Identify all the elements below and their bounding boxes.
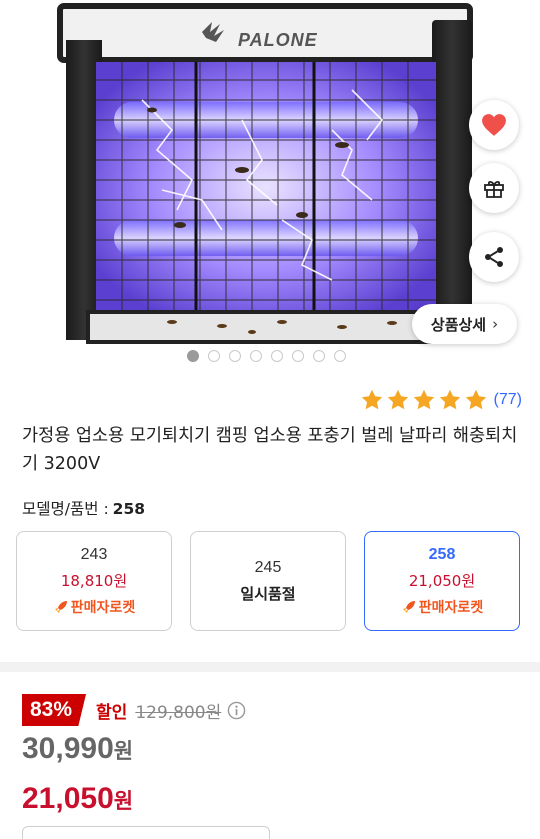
info-icon[interactable] <box>227 701 246 720</box>
share-icon <box>485 247 503 267</box>
rocket-icon <box>402 600 415 613</box>
original-price: 129,800원 <box>135 702 222 723</box>
model-value: 258 <box>112 500 146 518</box>
discount-row: 83% 할인 129,800원 <box>22 694 246 726</box>
seller-rocket-badge: 판매자로켓 <box>53 597 135 617</box>
chevron-right-icon: › <box>492 315 499 333</box>
option-name: 245 <box>254 558 282 576</box>
product-image[interactable]: PALONE <box>52 0 480 352</box>
final-price-value: 21,050 <box>22 782 114 815</box>
product-title: 가정용 업소용 모기퇴치기 캠핑 업소용 포충기 벌레 날파리 해충퇴치기 32… <box>22 426 518 474</box>
heart-icon <box>482 114 506 136</box>
option-card-245[interactable]: 245 일시품절 <box>190 531 346 631</box>
star-icon <box>361 389 382 410</box>
rocket-badge-label: 판매자로켓 <box>418 599 484 616</box>
pagination-dot[interactable] <box>208 350 220 362</box>
sale-price: 30,990원 <box>22 732 133 766</box>
star-icon <box>439 389 460 410</box>
pagination-dot-active[interactable] <box>187 350 199 362</box>
pagination-dot[interactable] <box>292 350 304 362</box>
pagination-dot[interactable] <box>271 350 283 362</box>
option-name: 243 <box>80 545 108 563</box>
gift-button[interactable] <box>469 163 519 213</box>
seller-rocket-badge: 판매자로켓 <box>401 597 483 617</box>
option-price: 21,050원 <box>408 571 476 590</box>
sale-price-unit: 원 <box>113 739 134 763</box>
option-selector: 243 18,810원 판매자로켓 245 일시품절 258 21,050원 판… <box>16 531 520 631</box>
model-label: 모델명/품번 : <box>22 500 109 518</box>
product-detail-button[interactable]: 상품상세 › <box>412 304 517 344</box>
like-button[interactable] <box>469 100 519 150</box>
star-icon <box>387 389 408 410</box>
star-icon <box>413 389 434 410</box>
star-icon <box>465 389 486 410</box>
rocket-icon <box>54 600 67 613</box>
pagination-dot[interactable] <box>313 350 325 362</box>
option-card-243[interactable]: 243 18,810원 판매자로켓 <box>16 531 172 631</box>
image-pagination <box>187 350 346 362</box>
product-detail-label: 상품상세 <box>430 315 487 334</box>
pagination-dot[interactable] <box>334 350 346 362</box>
product-rating[interactable]: (77) <box>360 388 522 412</box>
coupon-box[interactable] <box>22 826 270 839</box>
sale-price-value: 30,990 <box>22 732 114 765</box>
out-of-stock-label: 일시품절 <box>240 584 296 603</box>
review-count-link[interactable]: (77) <box>494 391 522 409</box>
discount-rate-badge: 83% <box>22 694 87 726</box>
share-button[interactable] <box>469 232 519 282</box>
option-price: 18,810원 <box>60 571 128 590</box>
product-image-area[interactable]: PALONE 상품상세 › <box>0 0 540 368</box>
pagination-dot[interactable] <box>229 350 241 362</box>
discount-label: 할인 <box>96 702 128 723</box>
option-name: 258 <box>428 545 456 563</box>
model-number: 모델명/품번 :258 <box>22 497 145 519</box>
rocket-badge-label: 판매자로켓 <box>70 599 136 616</box>
option-card-258[interactable]: 258 21,050원 판매자로켓 <box>364 531 520 631</box>
section-divider <box>0 662 540 672</box>
gift-icon <box>484 180 504 198</box>
final-price-unit: 원 <box>113 789 134 813</box>
pagination-dot[interactable] <box>250 350 262 362</box>
brand-logo-text: PALONE <box>238 30 318 50</box>
final-price: 21,050원 <box>22 782 133 816</box>
